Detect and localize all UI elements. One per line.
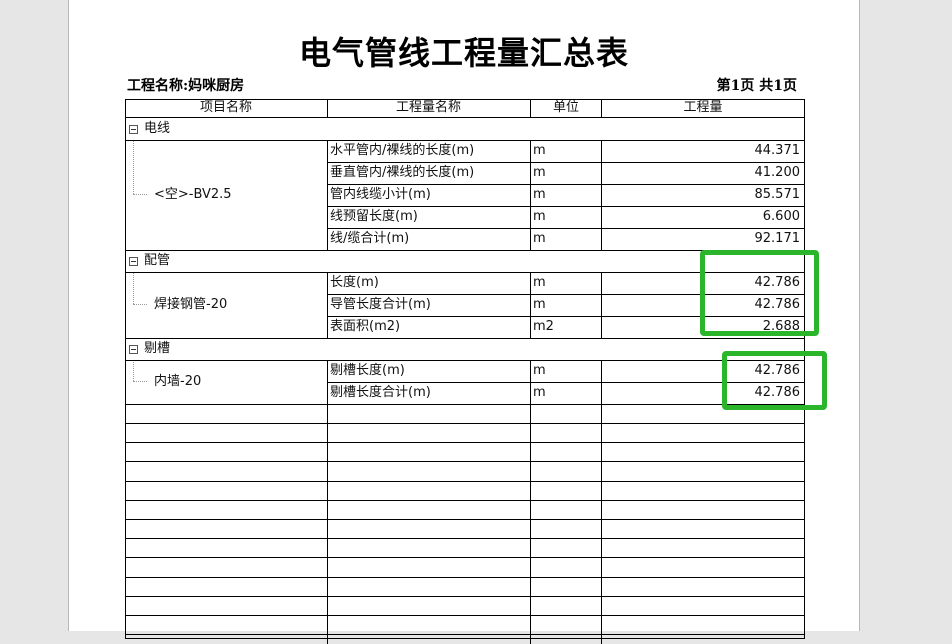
- unit: m: [533, 297, 546, 312]
- tree-connector: [133, 194, 147, 195]
- grid-line: [327, 140, 328, 250]
- grid-line: [327, 404, 328, 644]
- unit: m: [533, 143, 546, 158]
- unit: m: [533, 385, 546, 400]
- item-name: 焊接钢管-20: [154, 297, 228, 312]
- tree-connector: [133, 304, 147, 305]
- grid-line: [327, 162, 804, 163]
- grid-line: [126, 442, 804, 443]
- quantity-name: 水平管内/裸线的长度(m): [330, 143, 475, 158]
- grid-line: [601, 272, 602, 338]
- grid-line: [126, 557, 804, 558]
- group-label: 配管: [144, 253, 171, 268]
- grid-line: [530, 100, 531, 118]
- grid-line: [327, 206, 804, 207]
- item-name: <空>-BV2.5: [154, 187, 232, 202]
- grid-line: [126, 538, 804, 539]
- grid-line: [126, 338, 804, 339]
- grid-line: [530, 404, 531, 644]
- grid-line: [126, 423, 804, 424]
- column-header-item: 项目名称: [199, 100, 252, 115]
- grid-line: [126, 500, 804, 501]
- collapse-toggle-icon[interactable]: [129, 125, 138, 134]
- report-page: 电气管线工程量汇总表 工程名称:妈咪厨房 第1页 共1页 项目名称 工程量名称 …: [68, 0, 860, 644]
- grid-line: [601, 140, 602, 250]
- project-name: 工程名称:妈咪厨房: [127, 78, 245, 94]
- grid-line: [126, 404, 804, 405]
- column-header-unit: 单位: [552, 100, 579, 115]
- quantity-name: 长度(m): [330, 275, 379, 290]
- quantity-value: 6.600: [762, 209, 800, 224]
- grid-line: [327, 100, 328, 118]
- grid-line: [327, 184, 804, 185]
- highlight-box: [700, 250, 819, 336]
- quantity-name: 剔槽长度(m): [330, 363, 405, 378]
- group-label: 电线: [144, 121, 171, 136]
- item-name: 内墙-20: [154, 374, 202, 389]
- column-header-quantity: 工程量: [683, 100, 723, 115]
- grid-line: [126, 634, 804, 635]
- quantity-name: 导管长度合计(m): [330, 297, 431, 312]
- unit: m: [533, 187, 546, 202]
- grid-line: [126, 481, 804, 482]
- unit: m: [533, 363, 546, 378]
- quantity-name: 表面积(m2): [330, 319, 401, 334]
- quantity-name: 垂直管内/裸线的长度(m): [330, 165, 475, 180]
- grid-line: [601, 360, 602, 404]
- grid-line: [530, 360, 531, 404]
- quantity-name: 线预留长度(m): [330, 209, 418, 224]
- unit: m: [533, 231, 546, 246]
- grid-line: [530, 272, 531, 338]
- unit: m: [533, 275, 546, 290]
- highlight-box: [722, 351, 827, 410]
- grid-line: [126, 577, 804, 578]
- collapse-toggle-icon[interactable]: [129, 345, 138, 354]
- grid-line: [601, 100, 602, 118]
- grid-line: [327, 272, 328, 338]
- page-number: 第1页 共1页: [716, 78, 797, 94]
- column-header-quantity-name: 工程量名称: [395, 100, 461, 115]
- group-label: 剔槽: [144, 341, 171, 356]
- grid-line: [601, 404, 602, 644]
- grid-line: [327, 360, 328, 404]
- grid-line: [327, 228, 804, 229]
- grid-line: [126, 461, 804, 462]
- grid-line: [126, 117, 804, 118]
- quantity-value: 44.371: [754, 143, 801, 158]
- quantity-name: 线/缆合计(m): [330, 231, 410, 246]
- quantity-value: 85.571: [754, 187, 801, 202]
- collapse-toggle-icon[interactable]: [129, 257, 138, 266]
- tree-connector: [133, 381, 147, 382]
- tree-connector: [133, 272, 134, 304]
- quantity-value: 92.171: [754, 231, 801, 246]
- grid-line: [126, 615, 804, 616]
- unit: m: [533, 165, 546, 180]
- grid-line: [126, 596, 804, 597]
- grid-line: [126, 519, 804, 520]
- unit: m: [533, 209, 546, 224]
- quantity-value: 41.200: [754, 165, 801, 180]
- unit: m2: [533, 319, 554, 334]
- grid-line: [126, 140, 804, 141]
- grid-line: [530, 140, 531, 250]
- summary-table: 项目名称 工程量名称 单位 工程量 电线 <空>-BV2.5 水平管内/裸线的长…: [125, 99, 805, 644]
- tree-connector: [133, 140, 134, 194]
- quantity-name: 管内线缆小计(m): [330, 187, 431, 202]
- grid-line: [126, 360, 804, 361]
- quantity-name: 剔槽长度合计(m): [330, 385, 431, 400]
- tree-connector: [133, 360, 134, 381]
- page-title: 电气管线工程量汇总表: [298, 34, 629, 72]
